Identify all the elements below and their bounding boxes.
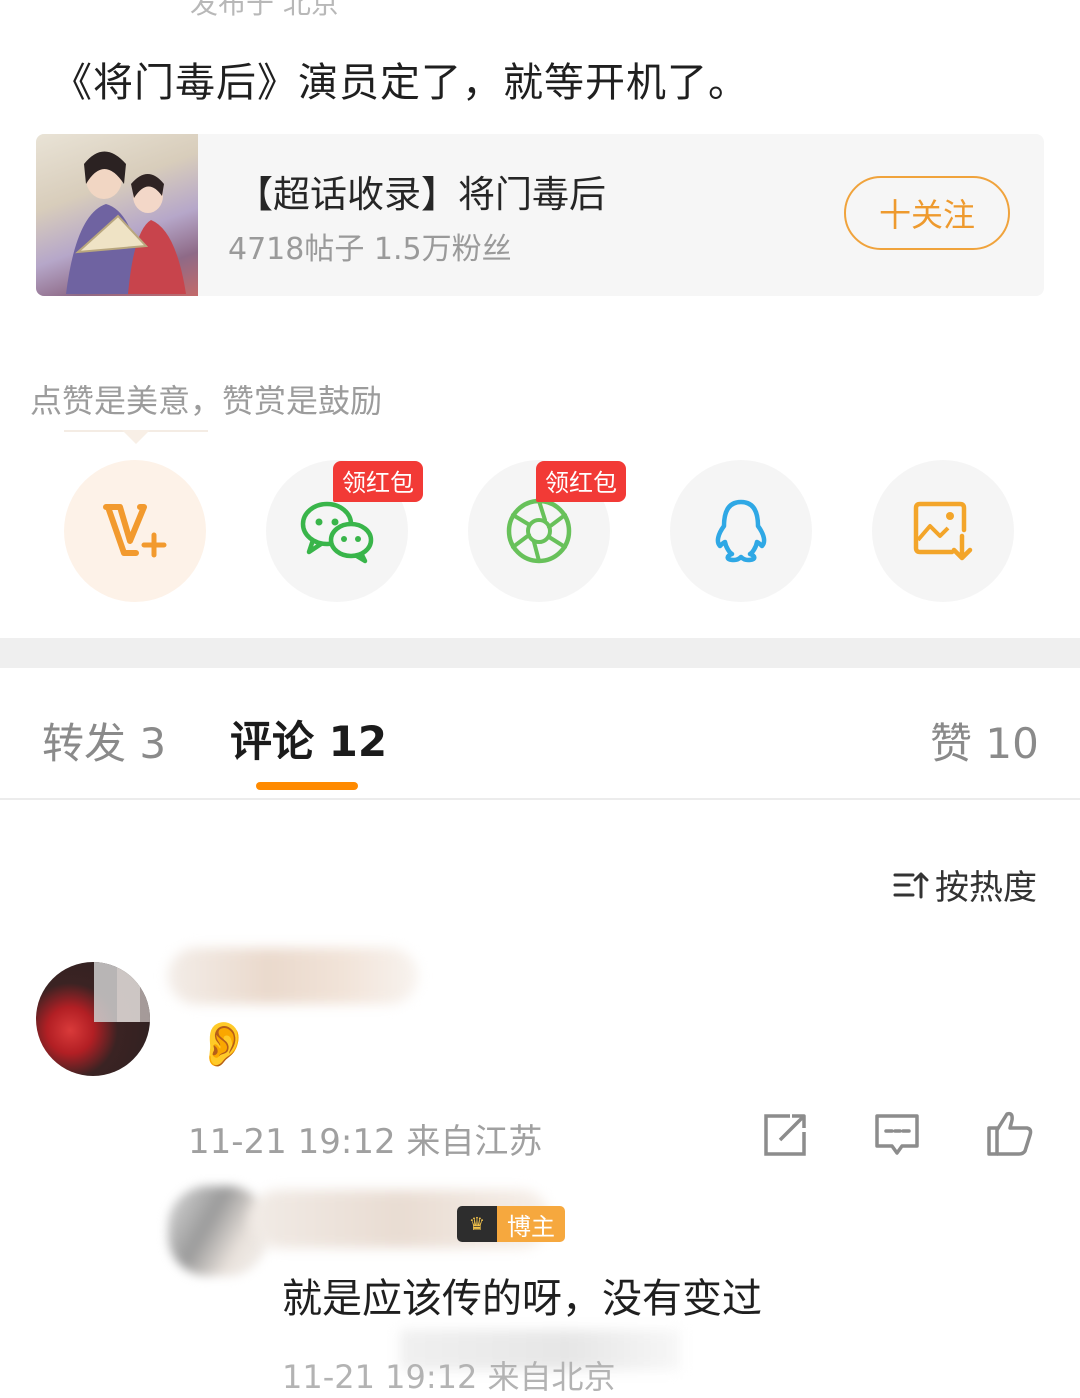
author-badge: ♛ 博主 — [457, 1206, 565, 1242]
section-divider — [0, 638, 1080, 668]
qq-share-button[interactable] — [670, 460, 812, 602]
moments-icon — [506, 498, 572, 564]
red-packet-badge: 领红包 — [333, 461, 423, 502]
avatar-mosaic — [94, 962, 150, 1022]
v-plus-icon — [103, 504, 167, 558]
comment-meta: 11-21 19:12 来自江苏 — [188, 1122, 543, 1162]
save-image-icon — [913, 501, 973, 561]
reply-meta: 11-21 19:12 来自北京 — [282, 1358, 616, 1396]
topic-title: 【超话收录】将门毒后 — [236, 173, 606, 216]
post-meta: 发布于 北京 — [190, 0, 339, 20]
qq-icon — [715, 499, 767, 563]
praise-pointer — [122, 430, 150, 444]
like-icon[interactable] — [985, 1108, 1035, 1158]
red-packet-badge: 领红包 — [536, 461, 626, 502]
tabs-divider — [0, 798, 1080, 800]
sort-icon — [893, 872, 929, 898]
author-badge-label: 博主 — [497, 1206, 565, 1242]
follow-button[interactable]: 十关注 — [844, 176, 1010, 250]
sort-by-hot-button[interactable]: 按热度 — [893, 860, 1037, 909]
comment-content-emoji: 👂 — [196, 1019, 251, 1070]
commenter-name-blurred — [168, 948, 418, 1004]
tab-repost[interactable]: 转发 3 — [42, 710, 166, 771]
topic-cover-image — [36, 134, 198, 296]
crown-icon: ♛ — [457, 1206, 497, 1242]
commenter-avatar[interactable] — [36, 962, 150, 1076]
tab-likes[interactable]: 赞 10 — [930, 710, 1039, 771]
super-topic-card[interactable]: 【超话收录】将门毒后 4718帖子 1.5万粉丝 十关注 — [36, 134, 1044, 296]
reply-icon[interactable] — [872, 1110, 922, 1160]
tab-comments[interactable]: 评论 12 — [230, 708, 387, 769]
save-image-button[interactable] — [872, 460, 1014, 602]
share-icon[interactable] — [760, 1110, 810, 1160]
v-plus-button[interactable] — [64, 460, 206, 602]
reply-text: 就是应该传的呀，没有变过 — [282, 1276, 762, 1322]
wechat-icon — [300, 501, 374, 564]
topic-stats: 4718帖子 1.5万粉丝 — [228, 232, 512, 267]
sort-label: 按热度 — [935, 868, 1037, 908]
post-text: 《将门毒后》演员定了，就等开机了。 — [52, 60, 749, 106]
praise-hint: 点赞是美意，赞赏是鼓励 — [30, 382, 383, 420]
active-tab-indicator — [256, 782, 358, 790]
